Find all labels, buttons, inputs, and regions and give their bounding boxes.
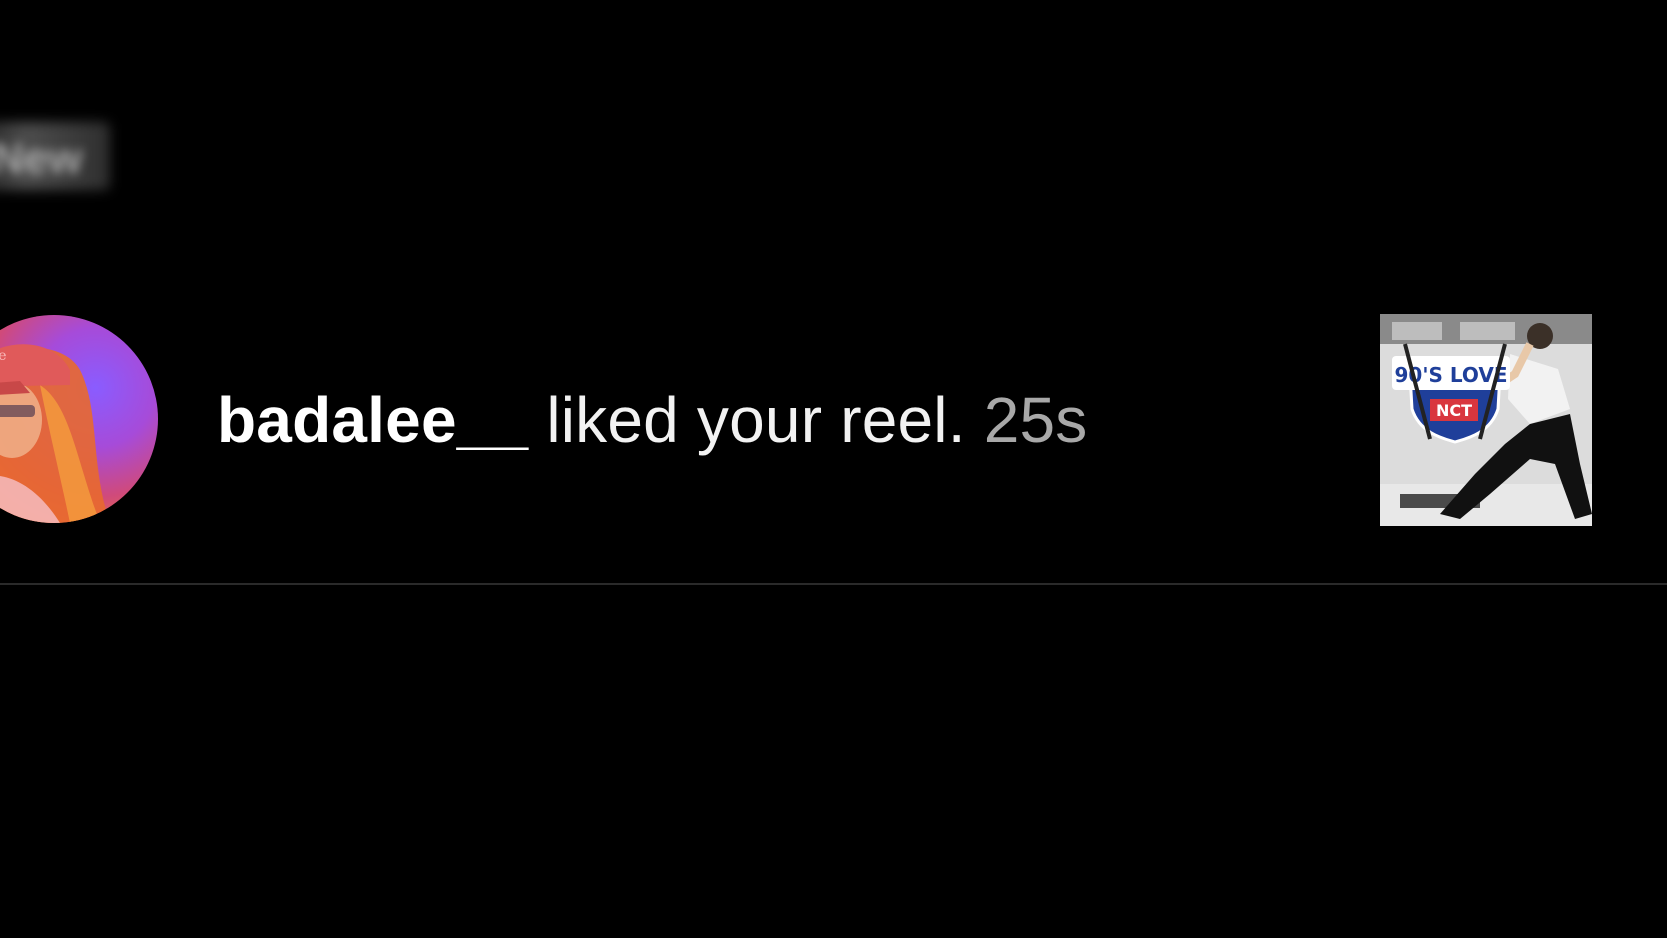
reel-thumbnail-image-icon: 90'S LOVE NCT <box>1380 314 1592 526</box>
notification-row[interactable]: ee badalee__ liked your reel. 25s <box>0 312 1667 526</box>
svg-text:NCT: NCT <box>1436 401 1472 420</box>
user-avatar[interactable]: ee <box>0 315 158 523</box>
svg-text:ee: ee <box>0 348 7 364</box>
reel-thumbnail[interactable]: 90'S LOVE NCT <box>1380 314 1592 526</box>
section-header: New <box>0 134 83 183</box>
notification-text: badalee__ liked your reel. 25s <box>217 382 1088 458</box>
divider <box>0 583 1667 585</box>
username-link[interactable]: badalee__ <box>217 384 528 456</box>
avatar-image-icon: ee <box>0 344 110 523</box>
notification-action: liked your reel. <box>528 384 966 456</box>
notification-timestamp: 25s <box>965 384 1088 456</box>
